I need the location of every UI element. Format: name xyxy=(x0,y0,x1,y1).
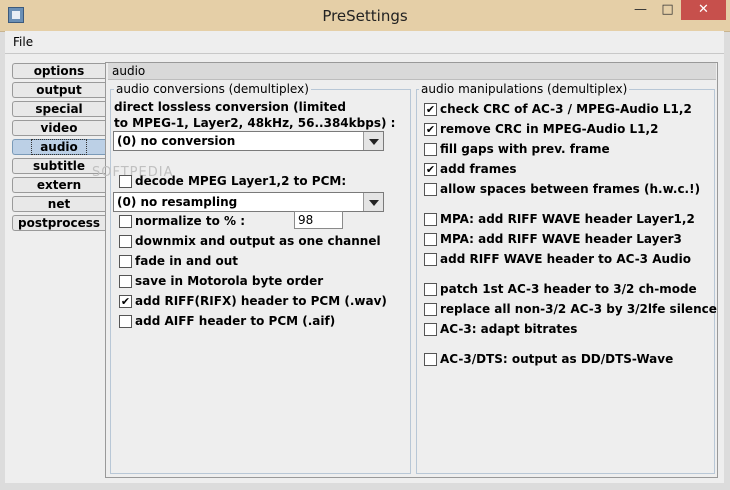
panel-header: audio xyxy=(108,63,716,80)
tab-label: postprocess xyxy=(17,216,100,230)
tab-label: subtitle xyxy=(32,159,86,173)
resampling-select-value: (0) no resampling xyxy=(117,195,238,209)
lossless-label-line1: direct lossless conversion (limited xyxy=(114,100,346,114)
close-button[interactable]: ✕ xyxy=(681,0,726,20)
tab-label: options xyxy=(33,64,85,78)
tab-label: audio xyxy=(31,139,87,155)
tab-video[interactable]: video xyxy=(12,120,105,136)
remove-crc-checkbox[interactable]: ✔ xyxy=(424,123,437,136)
maximize-button[interactable]: □ xyxy=(654,0,681,20)
aiff-header-checkbox[interactable] xyxy=(119,315,132,328)
tab-special[interactable]: special xyxy=(12,101,105,117)
add-frames-checkbox[interactable]: ✔ xyxy=(424,163,437,176)
conversion-select[interactable]: (0) no conversion xyxy=(113,131,384,151)
downmix-label: downmix and output as one channel xyxy=(135,234,381,248)
menu-bar: File xyxy=(5,31,724,54)
fade-checkbox[interactable] xyxy=(119,255,132,268)
chevron-down-icon[interactable] xyxy=(363,193,383,211)
mpa-riff-layer3-checkbox[interactable] xyxy=(424,233,437,246)
check-crc-checkbox[interactable]: ✔ xyxy=(424,103,437,116)
riff-header-label: add RIFF(RIFX) header to PCM (.wav) xyxy=(135,294,387,308)
tab-audio[interactable]: audio xyxy=(12,139,105,155)
mpa-riff-layer12-label: MPA: add RIFF WAVE header Layer1,2 xyxy=(440,212,695,226)
fill-gaps-label: fill gaps with prev. frame xyxy=(440,142,610,156)
fill-gaps-checkbox[interactable] xyxy=(424,143,437,156)
tab-label: net xyxy=(47,197,71,211)
title-bar: PreSettings — □ ✕ xyxy=(0,0,730,32)
decode-pcm-checkbox[interactable] xyxy=(119,175,132,188)
tab-output[interactable]: output xyxy=(12,82,105,98)
menu-file[interactable]: File xyxy=(13,35,33,49)
audio-conversions-title: audio conversions (demultiplex) xyxy=(114,82,311,96)
patch-ac3-label: patch 1st AC-3 header to 3/2 ch-mode xyxy=(440,282,697,296)
normalize-percent-field[interactable]: 98 xyxy=(294,211,343,229)
lossless-label-line2: to MPEG-1, Layer2, 48kHz, 56..384kbps) : xyxy=(114,116,396,130)
dts-wave-label: AC-3/DTS: output as DD/DTS-Wave xyxy=(440,352,674,366)
allow-spaces-checkbox[interactable] xyxy=(424,183,437,196)
adapt-bitrates-checkbox[interactable] xyxy=(424,323,437,336)
add-frames-label: add frames xyxy=(440,162,517,176)
allow-spaces-label: allow spaces between frames (h.w.c.!) xyxy=(440,182,701,196)
chevron-down-icon[interactable] xyxy=(363,132,383,150)
mpa-riff-layer12-checkbox[interactable] xyxy=(424,213,437,226)
ac3-riff-checkbox[interactable] xyxy=(424,253,437,266)
replace-ac3-checkbox[interactable] xyxy=(424,303,437,316)
tab-postprocess[interactable]: postprocess xyxy=(12,215,105,231)
tab-net[interactable]: net xyxy=(12,196,105,212)
normalize-checkbox[interactable] xyxy=(119,215,132,228)
tab-label: output xyxy=(36,83,82,97)
downmix-checkbox[interactable] xyxy=(119,235,132,248)
audio-manipulations-title: audio manipulations (demultiplex) xyxy=(419,82,630,96)
riff-header-checkbox[interactable]: ✔ xyxy=(119,295,132,308)
normalize-label: normalize to % : xyxy=(135,214,245,228)
motorola-checkbox[interactable] xyxy=(119,275,132,288)
adapt-bitrates-label: AC-3: adapt bitrates xyxy=(440,322,578,336)
resampling-select[interactable]: (0) no resampling xyxy=(113,192,384,212)
tab-options[interactable]: options xyxy=(12,63,105,79)
tab-label: special xyxy=(35,102,83,116)
ac3-riff-label: add RIFF WAVE header to AC-3 Audio xyxy=(440,252,691,266)
remove-crc-label: remove CRC in MPEG-Audio L1,2 xyxy=(440,122,659,136)
patch-ac3-checkbox[interactable] xyxy=(424,283,437,296)
window-title: PreSettings xyxy=(322,7,408,25)
aiff-header-label: add AIFF header to PCM (.aif) xyxy=(135,314,336,328)
replace-ac3-label: replace all non-3/2 AC-3 by 3/2lfe silen… xyxy=(440,302,717,316)
decode-pcm-label: decode MPEG Layer1,2 to PCM: xyxy=(135,174,347,188)
mpa-riff-layer3-label: MPA: add RIFF WAVE header Layer3 xyxy=(440,232,682,246)
conversion-select-value: (0) no conversion xyxy=(117,134,236,148)
check-crc-label: check CRC of AC-3 / MPEG-Audio L1,2 xyxy=(440,102,692,116)
fade-label: fade in and out xyxy=(135,254,238,268)
dts-wave-checkbox[interactable] xyxy=(424,353,437,366)
minimize-button[interactable]: — xyxy=(627,0,654,20)
tab-label: extern xyxy=(36,178,82,192)
motorola-label: save in Motorola byte order xyxy=(135,274,324,288)
tab-label: video xyxy=(40,121,78,135)
